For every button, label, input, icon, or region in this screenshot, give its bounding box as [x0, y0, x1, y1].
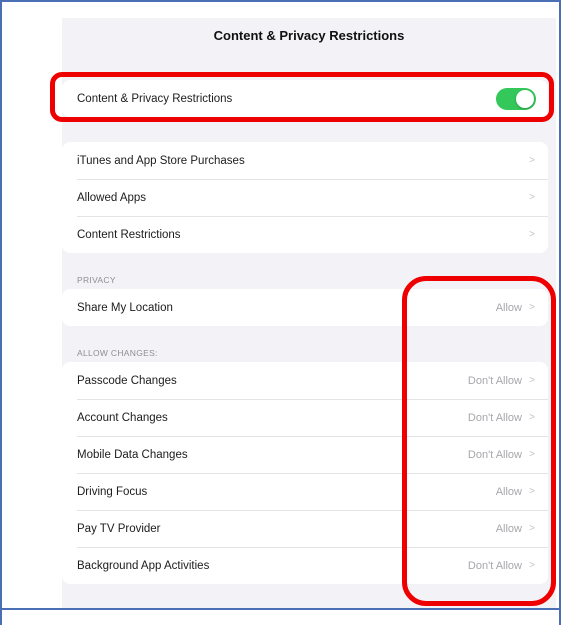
frame-border-bottom — [0, 608, 561, 610]
list-item-label: Allowed Apps — [77, 191, 147, 204]
toggle-highlight-annotation — [50, 72, 554, 122]
itunes-purchases-row[interactable]: iTunes and App Store Purchases > — [62, 142, 548, 179]
list-item-label: Content Restrictions — [77, 228, 181, 241]
store-group: iTunes and App Store Purchases > Allowed… — [62, 142, 548, 253]
content-restrictions-row[interactable]: Content Restrictions > — [62, 216, 548, 253]
page-title: Content & Privacy Restrictions — [213, 28, 405, 43]
screenshot-frame: Content & Privacy Restrictions Content &… — [0, 0, 561, 625]
allowed-apps-row[interactable]: Allowed Apps > — [62, 179, 548, 216]
privacy-section-header: PRIVACY — [77, 275, 116, 285]
values-highlight-annotation — [402, 276, 556, 606]
list-item-label: iTunes and App Store Purchases — [77, 154, 245, 167]
chevron-right-icon: > — [529, 192, 535, 203]
allow-changes-section-header: ALLOW CHANGES: — [77, 348, 158, 358]
frame-border-left — [0, 0, 2, 625]
chevron-right-icon: > — [529, 229, 535, 240]
chevron-right-icon: > — [529, 155, 535, 166]
frame-border-top — [0, 0, 561, 2]
